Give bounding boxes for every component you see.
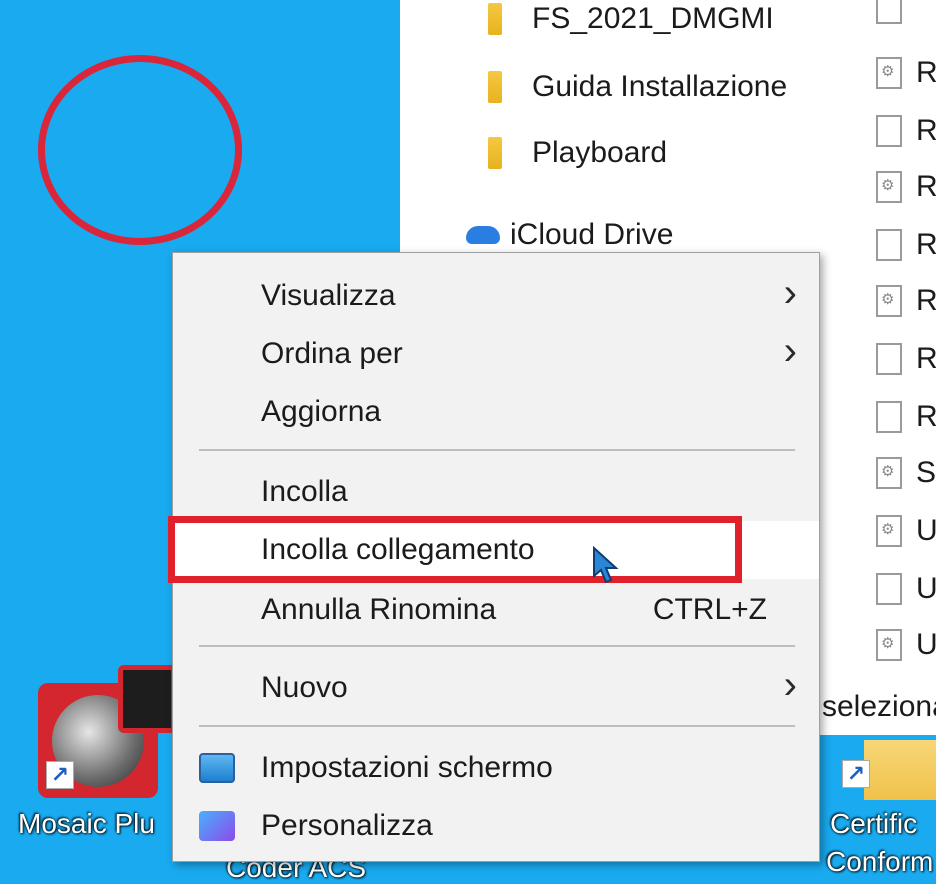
shortcut-arrow-icon: ↗ [842,760,870,788]
menu-item-label: Impostazioni schermo [261,751,553,784]
file-label: R [916,56,936,89]
file-label: R [916,170,936,203]
menu-item-visualizza[interactable]: Visualizza › [173,267,819,325]
tree-item-guida[interactable]: Guida Installazione [488,70,787,104]
file-item[interactable]: R [876,342,936,376]
shortcut-text: CTRL+Z [652,593,767,626]
file-icon [876,229,902,261]
file-icon [876,115,902,147]
file-item[interactable]: R [876,170,936,204]
tree-item-label: iCloud Drive [510,218,674,251]
tree-item-label: Guida Installazione [532,70,788,103]
menu-item-nuovo[interactable]: Nuovo › [173,659,819,717]
menu-item-label: Ordina per [261,337,403,370]
chevron-right-icon: › [783,271,797,315]
file-item[interactable]: U [876,514,936,548]
menu-item-incolla[interactable]: Incolla [173,463,819,521]
mouse-cursor-icon [593,546,619,584]
file-item[interactable]: U [876,628,936,662]
file-item[interactable]: S [876,456,936,490]
gear-file-icon [876,515,902,547]
menu-separator [199,645,795,647]
file-item[interactable]: R [876,56,936,90]
menu-separator [199,449,795,451]
chevron-right-icon: › [783,663,797,707]
tree-item-label: Playboard [532,136,668,169]
menu-item-ordina-per[interactable]: Ordina per › [173,325,819,383]
cloud-icon [466,226,500,244]
tree-item-label: FS_2021_DMGMI [532,2,774,35]
file-label: R [916,284,936,317]
file-label: U [916,514,936,547]
menu-item-annulla-rinomina[interactable]: Annulla Rinomina CTRL+Z [173,581,819,639]
file-item[interactable]: U [876,572,936,606]
file-item[interactable]: R [876,400,936,434]
file-icon [876,343,902,375]
gear-file-icon [876,171,902,203]
menu-item-personalizza[interactable]: Personalizza [173,797,819,855]
cert-label[interactable]: Certific [830,808,917,840]
folder-icon [488,71,502,103]
tree-item-icloud[interactable]: iCloud Drive [466,218,673,252]
menu-item-aggiorna[interactable]: Aggiorna [173,383,819,441]
folder-icon [488,3,502,35]
file-icon [876,573,902,605]
file-item[interactable]: R [876,114,936,148]
gear-file-icon [876,629,902,661]
tree-item-playboard[interactable]: Playboard [488,136,667,170]
annotation-highlight-box [168,516,742,583]
menu-item-label: Incolla [261,475,348,508]
menu-item-label: Aggiorna [261,395,382,428]
menu-item-label: Personalizza [261,809,433,842]
gear-file-icon [876,285,902,317]
file-item-partial[interactable] [876,0,916,24]
file-icon [876,0,902,24]
cert-label-2[interactable]: Conform [826,846,933,878]
file-label: S [916,456,936,489]
cert-folder-icon[interactable] [864,740,936,800]
tree-item-fs2021[interactable]: FS_2021_DMGMI [488,2,774,36]
menu-separator [199,725,795,727]
status-bar-text: seleziona [822,690,936,723]
display-settings-icon [199,753,235,783]
menu-item-label: Visualizza [261,279,396,312]
file-label: R [916,114,936,147]
file-icon [876,401,902,433]
file-label: R [916,228,936,261]
gear-file-icon [876,57,902,89]
file-label: R [916,342,936,375]
gear-file-icon [876,457,902,489]
personalize-icon [199,811,235,841]
folder-icon [488,137,502,169]
file-item[interactable]: R [876,284,936,318]
mosaic-shortcut-icon[interactable]: ↗ [38,665,176,800]
file-label: R [916,400,936,433]
shortcut-arrow-icon: ↗ [46,761,74,789]
menu-item-impostazioni-schermo[interactable]: Impostazioni schermo [173,739,819,797]
file-label: U [916,572,936,605]
file-label: U [916,628,936,661]
file-item[interactable]: R [876,228,936,262]
mosaic-label[interactable]: Mosaic Plu [18,808,155,840]
menu-item-label: Annulla Rinomina [261,593,497,626]
chevron-right-icon: › [783,329,797,373]
menu-item-label: Nuovo [261,671,348,704]
annotation-circle [38,55,242,245]
